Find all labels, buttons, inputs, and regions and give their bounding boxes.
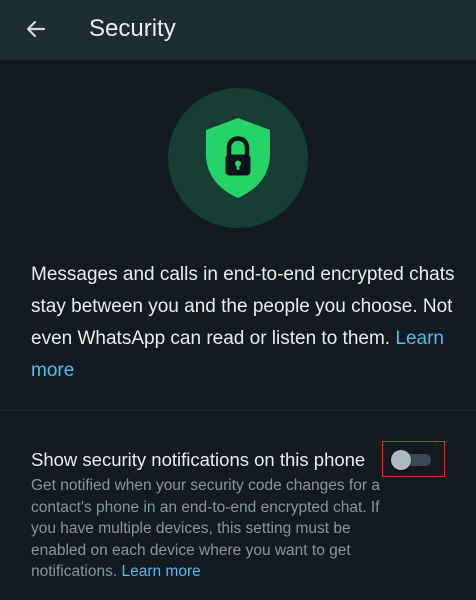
security-notifications-description: Get notified when your security code cha… [31,475,403,583]
section-divider [0,410,476,411]
encryption-description: Messages and calls in end-to-end encrypt… [31,259,456,387]
encryption-description-text: Messages and calls in end-to-end encrypt… [31,264,455,349]
notifications-learn-more-link[interactable]: Learn more [121,563,200,580]
back-button[interactable] [20,13,52,45]
encryption-illustration [168,88,308,228]
security-notifications-title[interactable]: Show security notifications on this phon… [31,447,365,473]
security-notifications-toggle[interactable] [391,450,435,470]
security-notifications-description-text: Get notified when your security code cha… [31,477,380,580]
top-app-bar: Security [0,0,476,60]
toggle-thumb [391,450,411,470]
page-title: Security [89,15,176,42]
security-screen: Security Messages and calls in end-to-en… [0,0,476,600]
shield-lock-icon [206,118,270,198]
arrow-left-icon [26,20,46,38]
